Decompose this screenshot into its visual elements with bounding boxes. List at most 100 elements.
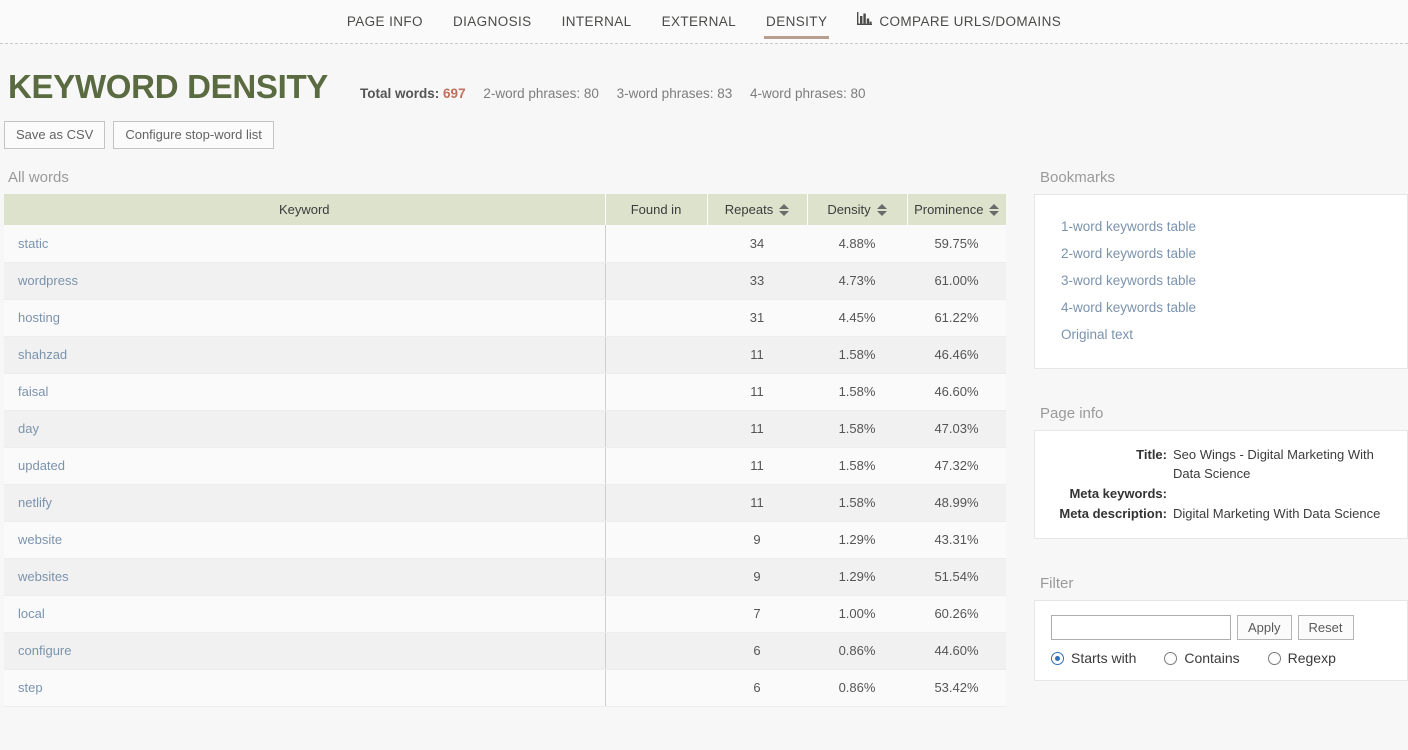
column-header-repeats[interactable]: Repeats [707,194,807,225]
filter-mode-starts-with[interactable]: Starts with [1051,650,1136,666]
cell-found-in [605,447,707,484]
cell-prominence: 61.22% [907,299,1006,336]
radio-selected-icon [1051,652,1064,665]
page-info-meta-description-value: Digital Marketing With Data Science [1173,504,1380,523]
configure-stopword-list-button[interactable]: Configure stop-word list [113,121,274,149]
keyword-link[interactable]: faisal [18,384,48,399]
two-word-phrases-stat: 2-word phrases: 80 [483,86,599,101]
keyword-link[interactable]: hosting [18,310,60,325]
nav-tab-page-info[interactable]: PAGE INFO [332,8,438,36]
cell-prominence: 61.00% [907,262,1006,299]
bookmarks-panel: 1-word keywords table 2-word keywords ta… [1034,194,1408,369]
table-row: websites91.29%51.54% [4,558,1006,595]
keyword-link[interactable]: website [18,532,62,547]
filter-mode-contains[interactable]: Contains [1164,650,1239,666]
filter-apply-button[interactable]: Apply [1237,615,1292,640]
nav-tab-diagnosis[interactable]: DIAGNOSIS [438,8,547,36]
nav-tab-internal[interactable]: INTERNAL [547,8,647,36]
cell-density: 1.29% [807,521,907,558]
cell-found-in [605,336,707,373]
sidebar-spacer-2 [1034,539,1408,575]
page-info-meta-description-key: Meta description: [1051,504,1173,523]
radio-unselected-icon [1164,652,1177,665]
filter-input-row: Apply Reset [1051,615,1391,640]
keyword-table-body: static344.88%59.75%wordpress334.73%61.00… [4,225,1006,706]
cell-repeats: 33 [707,262,807,299]
keyword-link[interactable]: step [18,680,43,695]
bookmark-1-word-keywords-table[interactable]: 1-word keywords table [1061,213,1391,240]
filter-reset-button[interactable]: Reset [1298,615,1354,640]
column-header-prominence[interactable]: Prominence [907,194,1006,225]
cell-prominence: 60.26% [907,595,1006,632]
bar-chart-icon [857,12,872,32]
cell-prominence: 59.75% [907,225,1006,262]
cell-density: 1.58% [807,373,907,410]
total-words-value: 697 [443,86,466,101]
cell-keyword: netlify [4,484,605,521]
bookmark-original-text[interactable]: Original text [1061,321,1391,348]
bookmark-3-word-keywords-table[interactable]: 3-word keywords table [1061,267,1391,294]
column-header-keyword-label: Keyword [279,202,330,217]
table-row: shahzad111.58%46.46% [4,336,1006,373]
keyword-link[interactable]: configure [18,643,71,658]
keyword-link[interactable]: day [18,421,39,436]
sort-prominence-icon[interactable] [989,204,999,216]
cell-keyword: wordpress [4,262,605,299]
cell-density: 0.86% [807,632,907,669]
table-row: static344.88%59.75% [4,225,1006,262]
main-navigation: PAGE INFO DIAGNOSIS INTERNAL EXTERNAL DE… [0,0,1408,44]
cell-repeats: 11 [707,373,807,410]
keyword-link[interactable]: shahzad [18,347,67,362]
filter-mode-regexp-label: Regexp [1288,650,1336,666]
column-header-density[interactable]: Density [807,194,907,225]
save-as-csv-button[interactable]: Save as CSV [4,121,105,149]
cell-density: 1.58% [807,336,907,373]
cell-repeats: 11 [707,447,807,484]
cell-keyword: configure [4,632,605,669]
radio-unselected-icon [1268,652,1281,665]
cell-density: 0.86% [807,669,907,706]
nav-tab-density[interactable]: DENSITY [751,8,842,36]
keyword-link[interactable]: netlify [18,495,52,510]
bookmark-4-word-keywords-table[interactable]: 4-word keywords table [1061,294,1391,321]
column-header-keyword[interactable]: Keyword [4,194,605,225]
cell-found-in [605,225,707,262]
cell-found-in [605,521,707,558]
cell-keyword: websites [4,558,605,595]
cell-keyword: local [4,595,605,632]
cell-prominence: 48.99% [907,484,1006,521]
keyword-link[interactable]: local [18,606,45,621]
table-row: website91.29%43.31% [4,521,1006,558]
nav-tab-compare-urls-domains[interactable]: COMPARE URLS/DOMAINS [842,8,1076,36]
sort-repeats-icon[interactable] [779,204,789,216]
cell-keyword: updated [4,447,605,484]
keyword-link[interactable]: static [18,236,48,251]
cell-repeats: 11 [707,336,807,373]
keyword-table-column: All words Keyword Found in [0,169,1010,707]
cell-keyword: faisal [4,373,605,410]
nav-tab-external[interactable]: EXTERNAL [647,8,751,36]
column-header-found-in[interactable]: Found in [605,194,707,225]
filter-text-input[interactable] [1051,615,1231,640]
keyword-link[interactable]: wordpress [18,273,78,288]
table-row: day111.58%47.03% [4,410,1006,447]
cell-prominence: 47.32% [907,447,1006,484]
cell-keyword: hosting [4,299,605,336]
cell-repeats: 11 [707,410,807,447]
cell-found-in [605,595,707,632]
table-row: faisal111.58%46.60% [4,373,1006,410]
bookmark-2-word-keywords-table[interactable]: 2-word keywords table [1061,240,1391,267]
table-row: hosting314.45%61.22% [4,299,1006,336]
sort-density-icon[interactable] [877,204,887,216]
action-buttons: Save as CSV Configure stop-word list [0,103,1408,149]
cell-keyword: static [4,225,605,262]
table-row: local71.00%60.26% [4,595,1006,632]
keyword-link[interactable]: websites [18,569,69,584]
cell-repeats: 11 [707,484,807,521]
keyword-link[interactable]: updated [18,458,65,473]
cell-repeats: 6 [707,669,807,706]
cell-repeats: 7 [707,595,807,632]
filter-panel: Apply Reset Starts with Contains Regexp [1034,600,1408,681]
filter-mode-regexp[interactable]: Regexp [1268,650,1336,666]
word-stats: Total words: 697 2-word phrases: 80 3-wo… [360,86,866,101]
